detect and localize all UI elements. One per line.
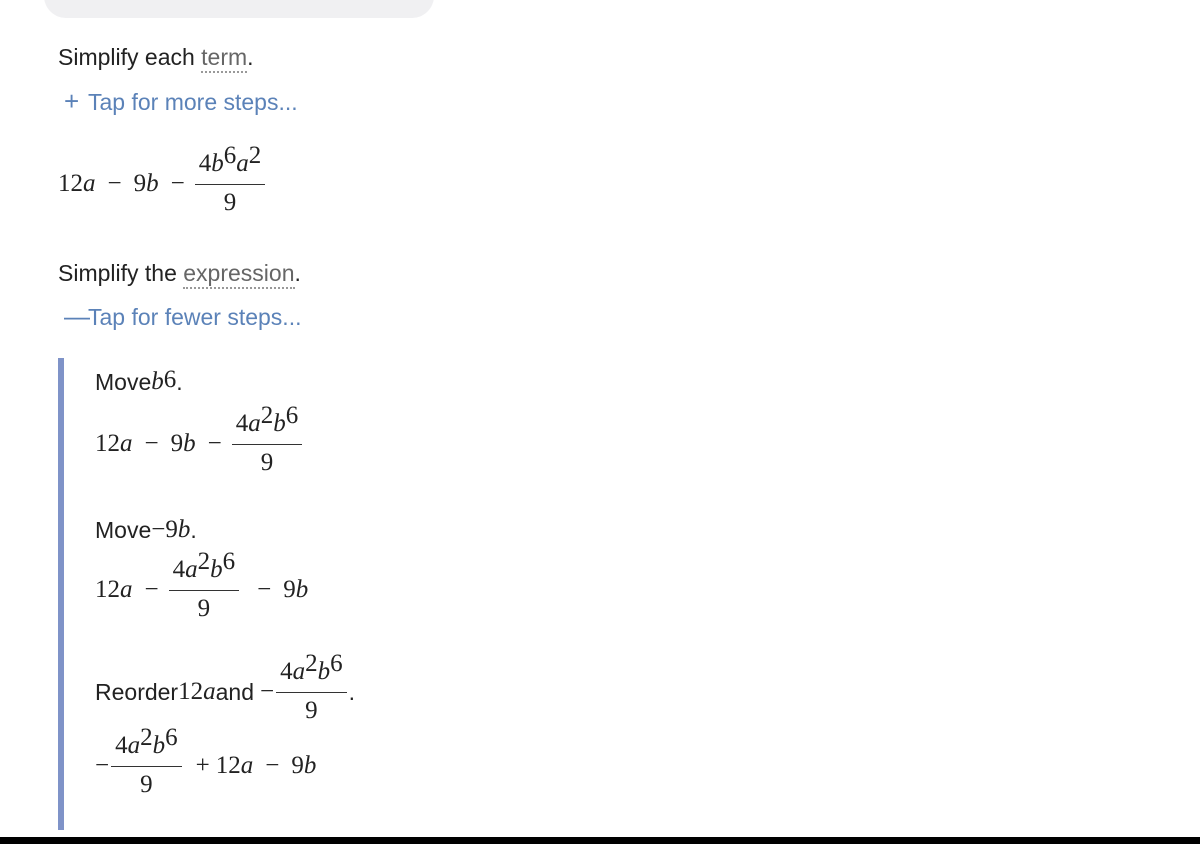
fraction: 4a2b6 9 (111, 725, 182, 799)
var: a (120, 429, 133, 457)
step-text: Simplify the (58, 260, 184, 286)
step-simplify-each-term: Simplify each term. (58, 43, 254, 73)
coef: 12 (95, 575, 120, 603)
coef: 12 (95, 429, 120, 457)
punct: . (190, 517, 197, 543)
exponent: 2 (305, 649, 318, 677)
substeps-indicator-bar (58, 358, 64, 830)
var: a (83, 169, 96, 197)
exponent: 6 (330, 649, 343, 677)
minus: − (144, 429, 159, 457)
var: a (203, 677, 216, 705)
coef: −9 (151, 516, 178, 543)
numerator-coef: 4 (115, 732, 128, 759)
var: b (177, 516, 191, 543)
numerator-var: b (210, 556, 223, 583)
substep-1-expression: 12 a − 9b − 4a2b6 9 (95, 403, 308, 477)
numerator-coef: 4 (235, 410, 249, 437)
minus: − (170, 169, 185, 197)
numerator-var: b (273, 410, 286, 437)
substep-reorder-label: Reorder 12 a and − 4a2b6 9 . (95, 651, 355, 725)
denominator: 9 (140, 771, 153, 798)
exponent: 6 (165, 723, 178, 751)
var: a (240, 751, 254, 779)
minus: − (259, 677, 275, 705)
coef: 12 (215, 751, 241, 779)
coef: 12 (178, 677, 204, 705)
exponent: 2 (248, 141, 262, 169)
substep-3-expression: − 4a2b6 9 + 12 a − 9b (95, 725, 317, 799)
numerator-var: a (127, 732, 141, 759)
var: b (295, 575, 309, 603)
plus-icon: + (64, 86, 80, 116)
coef: 9 (291, 751, 304, 779)
denominator: 9 (260, 449, 274, 476)
denominator: 9 (305, 697, 318, 724)
numerator-var: b (152, 732, 166, 759)
exponent: 6 (223, 141, 237, 169)
exponent: 2 (197, 547, 211, 575)
var: a (120, 575, 133, 603)
substep-2-expression: 12 a − 4a2b6 9 − 9b (95, 549, 309, 623)
substep-move-9b-label: Move −9 b. (95, 516, 197, 544)
minus: − (144, 575, 159, 603)
var: b (303, 751, 317, 779)
numerator-var: a (292, 658, 306, 685)
numerator-var: a (185, 556, 198, 583)
coef: 9 (283, 575, 296, 603)
minus: − (257, 575, 272, 603)
tap-more-steps-label: Tap for more steps... (88, 89, 298, 115)
var: b (151, 368, 164, 395)
numerator-var: b (317, 658, 331, 685)
exponent: 2 (140, 723, 153, 751)
fraction: 4a2b6 9 (168, 549, 240, 623)
numerator-var: b (211, 150, 224, 177)
previous-step-card (44, 0, 434, 18)
numerator-coef: 4 (172, 556, 186, 583)
minus: − (265, 751, 280, 779)
result-expression-1: 12 a − 9b − 4b6a2 9 (58, 143, 271, 217)
substep-text: and (215, 678, 254, 705)
numerator-var: a (248, 410, 261, 437)
fraction: 4a2b6 9 (231, 403, 303, 477)
minus: − (207, 429, 222, 457)
substep-text: Reorder (95, 678, 179, 705)
exponent: 2 (260, 401, 274, 429)
substep-move-b6-label: Move b6. (95, 366, 183, 395)
expression-glossary-link[interactable]: expression (183, 260, 295, 289)
step-punct: . (294, 260, 301, 286)
step-simplify-expression: Simplify the expression. (58, 259, 301, 289)
tap-fewer-steps-button[interactable]: —Tap for fewer steps... (64, 302, 301, 331)
numerator-var: a (236, 150, 249, 177)
step-punct: . (247, 44, 254, 70)
plus: + (195, 751, 210, 779)
numerator-coef: 4 (280, 658, 293, 685)
coef: 9 (133, 169, 147, 197)
denominator: 9 (223, 189, 237, 216)
step-text: Simplify each (58, 44, 202, 70)
substep-text: Move (95, 517, 152, 543)
var: b (146, 169, 159, 197)
coef: 9 (170, 429, 184, 457)
coef: 12 (58, 169, 83, 197)
substep-text: Move (95, 369, 152, 395)
fraction: 4b6a2 9 (194, 143, 266, 217)
minus-icon: — (64, 301, 90, 331)
minus: − (95, 751, 110, 779)
numerator-coef: 4 (198, 150, 212, 177)
exponent: 6 (285, 401, 299, 429)
tap-more-steps-button[interactable]: + Tap for more steps... (64, 87, 298, 116)
bottom-edge (0, 837, 1200, 844)
punct: . (348, 678, 355, 705)
var: b (183, 429, 196, 457)
denominator: 9 (197, 595, 211, 622)
fraction: 4a2b6 9 (276, 651, 347, 725)
minus: − (107, 169, 122, 197)
term-glossary-link[interactable]: term (201, 44, 248, 73)
exponent: 6 (222, 547, 236, 575)
punct: . (176, 369, 183, 395)
tap-fewer-steps-label: Tap for fewer steps... (88, 304, 302, 330)
